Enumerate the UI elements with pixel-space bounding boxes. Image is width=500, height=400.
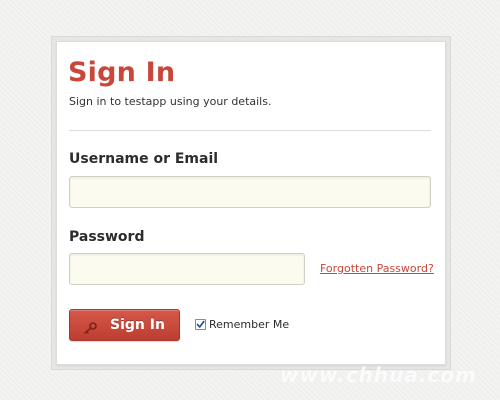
page-subtitle: Sign in to testapp using your details. [69,95,272,108]
username-label: Username or Email [69,151,219,167]
watermark: www.chhua.com [280,363,477,387]
key-icon [83,319,97,334]
divider [69,130,431,132]
password-input[interactable] [69,253,305,285]
forgot-password-link[interactable]: Forgotten Password? [320,262,434,276]
sign-in-button[interactable]: Sign In [69,309,180,341]
username-input[interactable] [69,176,431,208]
remember-me-checkbox[interactable] [195,319,206,330]
page-title: Sign In [68,57,176,88]
remember-me-label: Remember Me [209,318,290,331]
sign-in-button-label: Sign In [110,317,165,333]
password-label: Password [69,229,145,245]
